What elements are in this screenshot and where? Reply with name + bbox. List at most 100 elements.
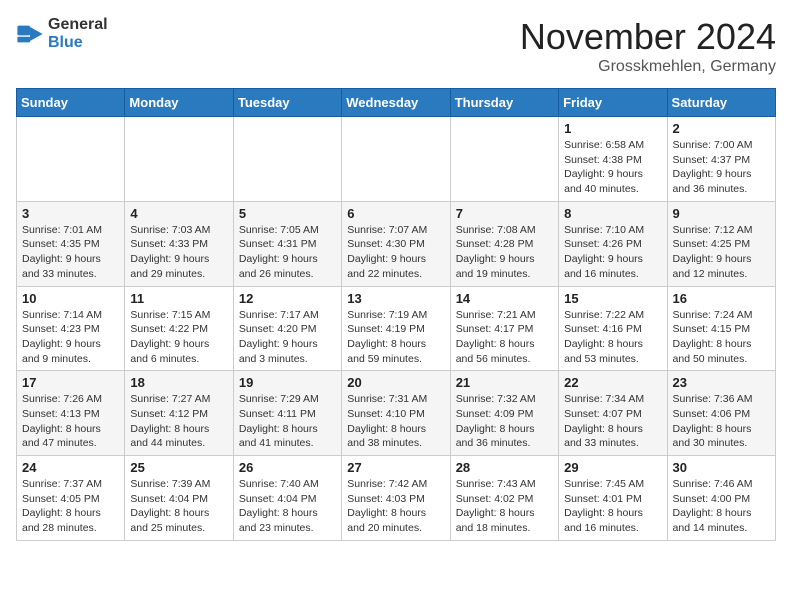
- calendar-cell: 27Sunrise: 7:42 AM Sunset: 4:03 PM Dayli…: [342, 456, 450, 541]
- day-number: 3: [22, 206, 119, 221]
- day-number: 1: [564, 121, 661, 136]
- day-info: Sunrise: 7:27 AM Sunset: 4:12 PM Dayligh…: [130, 392, 227, 451]
- day-number: 19: [239, 375, 336, 390]
- day-number: 4: [130, 206, 227, 221]
- logo-general: General: [48, 16, 108, 33]
- day-info: Sunrise: 7:00 AM Sunset: 4:37 PM Dayligh…: [673, 138, 770, 197]
- calendar-cell: 3 Sunrise: 7:01 AM Sunset: 4:35 PM Daylig…: [17, 201, 125, 286]
- day-number: 5: [239, 206, 336, 221]
- day-number: 28: [456, 460, 553, 475]
- logo: General Blue: [16, 16, 108, 52]
- calendar-cell: [450, 117, 558, 202]
- day-number: 2: [673, 121, 770, 136]
- day-number: 13: [347, 291, 444, 306]
- day-info: Sunrise: 7:43 AM Sunset: 4:02 PM Dayligh…: [456, 477, 553, 536]
- calendar-cell: 5 Sunrise: 7:05 AM Sunset: 4:31 PM Daylig…: [233, 201, 341, 286]
- day-info: Sunrise: 7:14 AM Sunset: 4:23 PM Dayligh…: [22, 308, 119, 367]
- calendar-cell: 24 Sunrise: 7:37 AM Sunset: 4:05 PM Dayli…: [17, 456, 125, 541]
- day-number: 24: [22, 460, 119, 475]
- day-info: Sunrise: 7:19 AM Sunset: 4:19 PM Dayligh…: [347, 308, 444, 367]
- day-info: Sunrise: 7:24 AM Sunset: 4:15 PM Dayligh…: [673, 308, 770, 367]
- calendar-cell: [125, 117, 233, 202]
- day-info: Sunrise: 7:01 AM Sunset: 4:35 PM Dayligh…: [22, 223, 119, 282]
- calendar-cell: [233, 117, 341, 202]
- day-number: 8: [564, 206, 661, 221]
- day-number: 26: [239, 460, 336, 475]
- day-info: Sunrise: 7:03 AM Sunset: 4:33 PM Dayligh…: [130, 223, 227, 282]
- calendar-cell: 4 Sunrise: 7:03 AM Sunset: 4:33 PM Daylig…: [125, 201, 233, 286]
- day-number: 15: [564, 291, 661, 306]
- day-info: Sunrise: 7:46 AM Sunset: 4:00 PM Dayligh…: [673, 477, 770, 536]
- day-info: Sunrise: 7:34 AM Sunset: 4:07 PM Dayligh…: [564, 392, 661, 451]
- calendar-cell: 25 Sunrise: 7:39 AM Sunset: 4:04 PM Dayli…: [125, 456, 233, 541]
- calendar-cell: 21Sunrise: 7:32 AM Sunset: 4:09 PM Dayli…: [450, 371, 558, 456]
- day-number: 9: [673, 206, 770, 221]
- calendar-cell: 13 Sunrise: 7:19 AM Sunset: 4:19 PM Dayli…: [342, 286, 450, 371]
- calendar-week-2: 3 Sunrise: 7:01 AM Sunset: 4:35 PM Daylig…: [17, 201, 776, 286]
- col-header-wednesday: Wednesday: [342, 89, 450, 117]
- day-info: Sunrise: 7:39 AM Sunset: 4:04 PM Dayligh…: [130, 477, 227, 536]
- day-info: Sunrise: 7:29 AM Sunset: 4:11 PM Dayligh…: [239, 392, 336, 451]
- day-number: 12: [239, 291, 336, 306]
- col-header-friday: Friday: [559, 89, 667, 117]
- day-number: 16: [673, 291, 770, 306]
- calendar-cell: 8 Sunrise: 7:10 AM Sunset: 4:26 PM Daylig…: [559, 201, 667, 286]
- day-number: 10: [22, 291, 119, 306]
- calendar-cell: 30Sunrise: 7:46 AM Sunset: 4:00 PM Dayli…: [667, 456, 775, 541]
- day-info: Sunrise: 7:15 AM Sunset: 4:22 PM Dayligh…: [130, 308, 227, 367]
- location-subtitle: Grosskmehlen, Germany: [520, 58, 776, 76]
- day-info: Sunrise: 7:31 AM Sunset: 4:10 PM Dayligh…: [347, 392, 444, 451]
- calendar-cell: 9Sunrise: 7:12 AM Sunset: 4:25 PM Daylig…: [667, 201, 775, 286]
- calendar-cell: 1 Sunrise: 6:58 AM Sunset: 4:38 PM Daylig…: [559, 117, 667, 202]
- header: General Blue November 2024 Grosskmehlen,…: [16, 16, 776, 76]
- day-number: 14: [456, 291, 553, 306]
- calendar-week-1: 1 Sunrise: 6:58 AM Sunset: 4:38 PM Daylig…: [17, 117, 776, 202]
- day-number: 29: [564, 460, 661, 475]
- calendar-cell: 6Sunrise: 7:07 AM Sunset: 4:30 PM Daylig…: [342, 201, 450, 286]
- calendar-cell: [342, 117, 450, 202]
- calendar-cell: 7 Sunrise: 7:08 AM Sunset: 4:28 PM Daylig…: [450, 201, 558, 286]
- day-info: Sunrise: 6:58 AM Sunset: 4:38 PM Dayligh…: [564, 138, 661, 197]
- day-info: Sunrise: 7:40 AM Sunset: 4:04 PM Dayligh…: [239, 477, 336, 536]
- day-info: Sunrise: 7:37 AM Sunset: 4:05 PM Dayligh…: [22, 477, 119, 536]
- calendar-cell: 26 Sunrise: 7:40 AM Sunset: 4:04 PM Dayli…: [233, 456, 341, 541]
- calendar-cell: 11 Sunrise: 7:15 AM Sunset: 4:22 PM Dayli…: [125, 286, 233, 371]
- day-info: Sunrise: 7:08 AM Sunset: 4:28 PM Dayligh…: [456, 223, 553, 282]
- day-number: 22: [564, 375, 661, 390]
- day-number: 20: [347, 375, 444, 390]
- col-header-saturday: Saturday: [667, 89, 775, 117]
- calendar-cell: 10 Sunrise: 7:14 AM Sunset: 4:23 PM Dayli…: [17, 286, 125, 371]
- day-info: Sunrise: 7:07 AM Sunset: 4:30 PM Dayligh…: [347, 223, 444, 282]
- calendar-cell: [17, 117, 125, 202]
- title-area: November 2024 Grosskmehlen, Germany: [520, 16, 776, 76]
- day-number: 7: [456, 206, 553, 221]
- day-number: 21: [456, 375, 553, 390]
- calendar-cell: 23Sunrise: 7:36 AM Sunset: 4:06 PM Dayli…: [667, 371, 775, 456]
- calendar-cell: 15Sunrise: 7:22 AM Sunset: 4:16 PM Dayli…: [559, 286, 667, 371]
- day-info: Sunrise: 7:10 AM Sunset: 4:26 PM Dayligh…: [564, 223, 661, 282]
- day-number: 11: [130, 291, 227, 306]
- day-info: Sunrise: 7:05 AM Sunset: 4:31 PM Dayligh…: [239, 223, 336, 282]
- calendar-week-3: 10 Sunrise: 7:14 AM Sunset: 4:23 PM Dayli…: [17, 286, 776, 371]
- day-info: Sunrise: 7:26 AM Sunset: 4:13 PM Dayligh…: [22, 392, 119, 451]
- calendar-cell: 16 Sunrise: 7:24 AM Sunset: 4:15 PM Dayli…: [667, 286, 775, 371]
- calendar-table: SundayMondayTuesdayWednesdayThursdayFrid…: [16, 88, 776, 541]
- day-info: Sunrise: 7:45 AM Sunset: 4:01 PM Dayligh…: [564, 477, 661, 536]
- day-info: Sunrise: 7:36 AM Sunset: 4:06 PM Dayligh…: [673, 392, 770, 451]
- day-info: Sunrise: 7:21 AM Sunset: 4:17 PM Dayligh…: [456, 308, 553, 367]
- calendar-cell: 29 Sunrise: 7:45 AM Sunset: 4:01 PM Dayli…: [559, 456, 667, 541]
- calendar-cell: 20 Sunrise: 7:31 AM Sunset: 4:10 PM Dayli…: [342, 371, 450, 456]
- calendar-cell: 17 Sunrise: 7:26 AM Sunset: 4:13 PM Dayli…: [17, 371, 125, 456]
- day-number: 25: [130, 460, 227, 475]
- day-info: Sunrise: 7:17 AM Sunset: 4:20 PM Dayligh…: [239, 308, 336, 367]
- col-header-thursday: Thursday: [450, 89, 558, 117]
- calendar-cell: 12 Sunrise: 7:17 AM Sunset: 4:20 PM Dayli…: [233, 286, 341, 371]
- calendar-cell: 19 Sunrise: 7:29 AM Sunset: 4:11 PM Dayli…: [233, 371, 341, 456]
- calendar-cell: 14 Sunrise: 7:21 AM Sunset: 4:17 PM Dayli…: [450, 286, 558, 371]
- calendar-header-row: SundayMondayTuesdayWednesdayThursdayFrid…: [17, 89, 776, 117]
- day-number: 17: [22, 375, 119, 390]
- col-header-tuesday: Tuesday: [233, 89, 341, 117]
- col-header-sunday: Sunday: [17, 89, 125, 117]
- calendar-cell: 18 Sunrise: 7:27 AM Sunset: 4:12 PM Dayli…: [125, 371, 233, 456]
- day-number: 18: [130, 375, 227, 390]
